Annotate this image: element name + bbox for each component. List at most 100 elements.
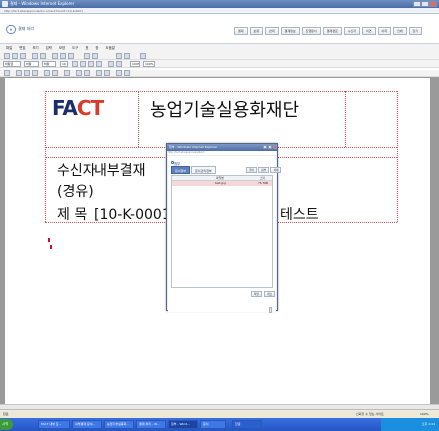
opinion-button[interactable]: 의견 bbox=[362, 27, 376, 35]
zoom-icon[interactable] bbox=[140, 53, 146, 59]
subject-tail: 테스트 bbox=[280, 207, 319, 223]
open-file-button[interactable]: 열기 bbox=[246, 167, 258, 173]
menu-file[interactable]: 파일 bbox=[6, 44, 12, 52]
approval-route-button[interactable]: 결재경로 bbox=[322, 27, 342, 35]
menu-window[interactable]: 창 bbox=[95, 44, 98, 52]
print-button[interactable]: 인쇄 bbox=[393, 27, 407, 35]
language-indicator[interactable]: 한글 bbox=[232, 420, 262, 429]
shade-icon[interactable] bbox=[52, 70, 58, 76]
taskbar-item-active[interactable]: 첨부 - Wind... bbox=[168, 420, 198, 429]
dialog-footer: 확인 취소 bbox=[251, 291, 276, 297]
font-name-combo[interactable]: 바탕 bbox=[42, 61, 56, 67]
paragraph-icon[interactable] bbox=[16, 70, 22, 76]
e-logo-icon: e bbox=[6, 25, 16, 34]
maximize-button[interactable] bbox=[421, 1, 429, 7]
close-button[interactable] bbox=[429, 1, 437, 7]
taskbar-item[interactable]: 문서 bbox=[200, 420, 226, 429]
print-icon[interactable] bbox=[124, 53, 130, 59]
taskbar-item[interactable]: 결재 처리 - W... bbox=[136, 420, 166, 429]
font-color-icon[interactable] bbox=[96, 61, 102, 67]
history-button[interactable]: 이력 bbox=[377, 27, 392, 35]
dialog-close-button[interactable] bbox=[273, 145, 277, 149]
table-icon[interactable] bbox=[84, 53, 90, 59]
start-button[interactable]: 시작 bbox=[0, 419, 13, 430]
hold-button[interactable]: 보류 bbox=[249, 27, 264, 35]
new-icon[interactable] bbox=[4, 53, 10, 59]
ok-button[interactable]: 확인 bbox=[251, 291, 263, 297]
zoom-combo[interactable]: 100% bbox=[130, 61, 140, 67]
cancel-button[interactable]: 취소 bbox=[264, 291, 276, 297]
open-icon[interactable] bbox=[12, 53, 18, 59]
align-center-icon[interactable] bbox=[116, 61, 122, 67]
receiver-label: 수신자 bbox=[57, 163, 96, 179]
menu-format[interactable]: 모양 bbox=[59, 44, 65, 52]
red-marker bbox=[48, 238, 50, 242]
merge-icon[interactable] bbox=[96, 70, 102, 76]
zoom-level[interactable]: 100% bbox=[420, 412, 429, 416]
editor-menubar: 파일 편집 보기 입력 모양 도구 표 창 도움말 bbox=[0, 44, 439, 52]
file-size: 75.7KB bbox=[258, 181, 268, 185]
receiver-value: 내부결재 bbox=[94, 163, 146, 179]
bold-icon[interactable] bbox=[72, 61, 78, 67]
menu-table[interactable]: 표 bbox=[85, 44, 88, 52]
list-item[interactable]: text.jpg 75.7KB bbox=[172, 181, 272, 186]
attachment-list[interactable]: 파일명 크기 text.jpg 75.7KB bbox=[171, 175, 273, 313]
clock: 오후 2:44 bbox=[421, 422, 435, 426]
receiver-button[interactable]: 수신자 bbox=[343, 27, 361, 35]
save-icon[interactable] bbox=[20, 53, 26, 59]
cell-icon[interactable] bbox=[84, 70, 90, 76]
table-border bbox=[138, 91, 139, 147]
font-combo[interactable]: 바탕 bbox=[24, 61, 39, 67]
menu-tools[interactable]: 도구 bbox=[72, 44, 78, 52]
image-icon[interactable] bbox=[92, 53, 98, 59]
approve-button[interactable]: 결재 bbox=[234, 27, 248, 35]
char-icon[interactable] bbox=[64, 70, 70, 76]
indent-icon[interactable] bbox=[32, 70, 38, 76]
menu-edit[interactable]: 편집 bbox=[19, 44, 25, 52]
close-page-button[interactable]: 닫기 bbox=[408, 27, 423, 35]
tab-doc-attach[interactable]: 문서첨부 bbox=[171, 166, 191, 174]
cut-icon[interactable] bbox=[52, 53, 58, 59]
grid-icon[interactable] bbox=[76, 70, 82, 76]
file-name: text.jpg bbox=[215, 181, 226, 185]
ruler-icon[interactable] bbox=[4, 70, 10, 76]
editor-toolbar-2: 바탕글 바탕 바탕 10 100% 100% bbox=[0, 60, 439, 68]
menu-help[interactable]: 도움말 bbox=[106, 44, 115, 52]
attach-file-button[interactable]: 첨부 bbox=[258, 167, 270, 173]
dialog-minimize-button[interactable] bbox=[263, 145, 267, 149]
paste-icon[interactable] bbox=[68, 53, 74, 59]
red-marker bbox=[50, 245, 52, 249]
redo-icon[interactable] bbox=[40, 53, 46, 59]
menu-insert[interactable]: 입력 bbox=[46, 44, 52, 52]
fact-logo-text-ct: CT bbox=[76, 96, 104, 120]
copy-icon[interactable] bbox=[60, 53, 66, 59]
tab-docmgmt-attach[interactable]: 문서관리첨부 bbox=[191, 166, 216, 174]
progress-doc-button[interactable]: 진행문서 bbox=[301, 27, 321, 35]
list-icon[interactable] bbox=[24, 70, 30, 76]
menu-view[interactable]: 보기 bbox=[32, 44, 38, 52]
find-icon[interactable] bbox=[116, 53, 122, 59]
taskbar-item[interactable]: 내부결재 문서... bbox=[72, 420, 102, 429]
italic-icon[interactable] bbox=[80, 61, 86, 67]
draw-icon[interactable] bbox=[116, 70, 122, 76]
approval-info-button[interactable]: 결재정보 bbox=[280, 27, 300, 35]
undo-icon[interactable] bbox=[32, 53, 38, 59]
minimize-button[interactable] bbox=[413, 1, 421, 7]
dialog-action-buttons: 열기 첨부 삭제 bbox=[246, 167, 282, 173]
line-spacing-combo[interactable]: 100% bbox=[143, 61, 155, 67]
dialog-maximize-button[interactable] bbox=[268, 145, 272, 149]
eraser-icon[interactable] bbox=[124, 70, 130, 76]
font-size-combo[interactable]: 10 bbox=[60, 61, 68, 67]
table-border bbox=[397, 91, 398, 222]
border-icon[interactable] bbox=[44, 70, 50, 76]
list-scrollbar[interactable] bbox=[269, 307, 272, 313]
delete-file-button[interactable]: 삭제 bbox=[270, 167, 282, 173]
align-left-icon[interactable] bbox=[108, 61, 114, 67]
taskbar-item[interactable]: FACT 내부 포... bbox=[38, 420, 70, 429]
split-icon[interactable] bbox=[104, 70, 110, 76]
fact-logo: FACT bbox=[52, 96, 104, 120]
taskbar-item[interactable]: 농업기술실용화... bbox=[104, 420, 134, 429]
style-combo[interactable]: 바탕글 bbox=[3, 61, 21, 67]
underline-icon[interactable] bbox=[88, 61, 94, 67]
reject-button[interactable]: 반려 bbox=[265, 27, 279, 35]
